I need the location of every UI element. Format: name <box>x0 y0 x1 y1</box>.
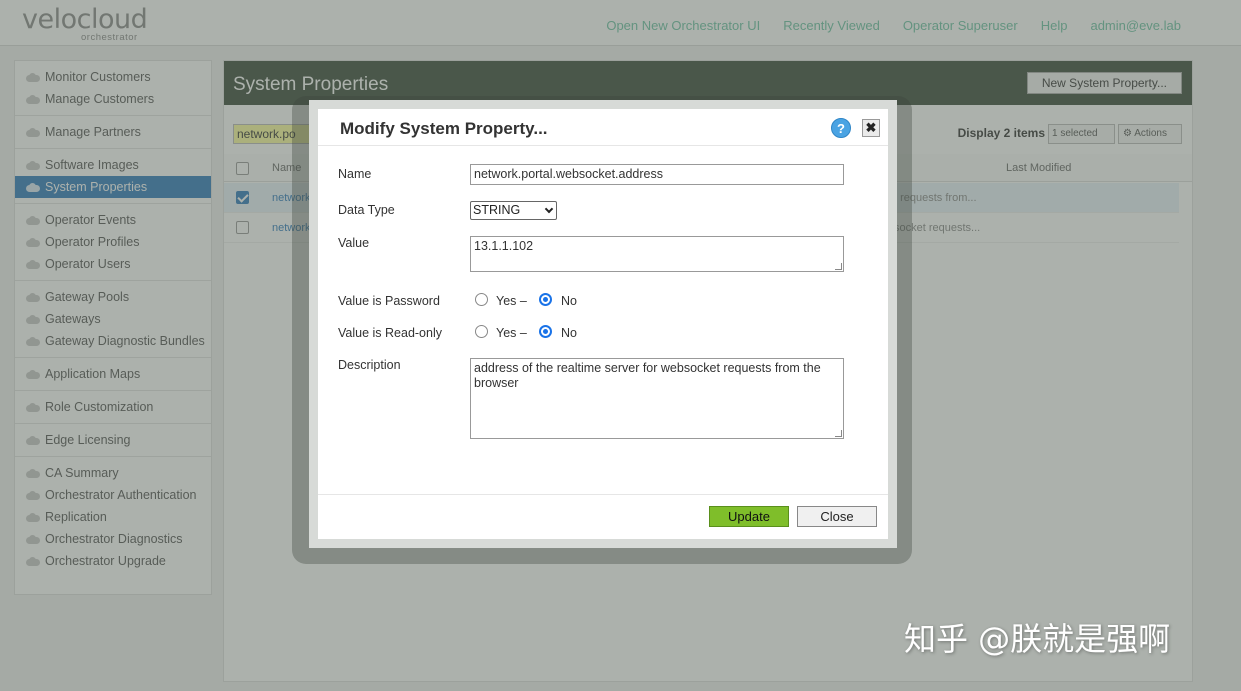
password-no-label: No <box>561 294 577 308</box>
password-yes-radio[interactable] <box>475 293 488 306</box>
description-text: address of the realtime server for webso… <box>474 361 821 390</box>
data-type-select[interactable]: STRING <box>470 201 557 220</box>
readonly-label: Value is Read-only <box>338 326 442 340</box>
dialog-body: Modify System Property... ? ✖ Name netwo… <box>318 109 888 539</box>
data-type-label: Data Type <box>338 203 395 217</box>
name-field[interactable]: network.portal.websocket.address <box>470 164 844 185</box>
description-label: Description <box>338 358 401 372</box>
readonly-yes-label: Yes – <box>496 326 527 340</box>
divider <box>318 494 888 495</box>
description-textarea[interactable]: address of the realtime server for webso… <box>470 358 844 439</box>
password-no-radio[interactable] <box>539 293 552 306</box>
dialog-title: Modify System Property... <box>340 119 548 138</box>
readonly-no-label: No <box>561 326 577 340</box>
password-yes-label: Yes – <box>496 294 527 308</box>
watermark-text: 知乎 @朕就是强啊 <box>904 620 1171 658</box>
close-button[interactable]: Close <box>797 506 877 527</box>
password-label: Value is Password <box>338 294 440 308</box>
resize-grip-icon[interactable] <box>835 263 842 270</box>
update-button[interactable]: Update <box>709 506 789 527</box>
value-textarea[interactable]: 13.1.1.102 <box>470 236 844 272</box>
data-type-value: STRING <box>473 203 521 217</box>
name-label: Name <box>338 167 372 181</box>
value-text: 13.1.1.102 <box>474 239 534 253</box>
close-icon[interactable]: ✖ <box>862 119 880 137</box>
resize-grip-icon[interactable] <box>835 430 842 437</box>
readonly-yes-radio[interactable] <box>475 325 488 338</box>
help-icon[interactable]: ? <box>831 118 851 138</box>
chevron-down-icon <box>544 204 554 214</box>
value-label: Value <box>338 236 370 250</box>
modify-property-dialog: Modify System Property... ? ✖ Name netwo… <box>309 100 897 548</box>
divider <box>318 145 888 146</box>
readonly-no-radio[interactable] <box>539 325 552 338</box>
